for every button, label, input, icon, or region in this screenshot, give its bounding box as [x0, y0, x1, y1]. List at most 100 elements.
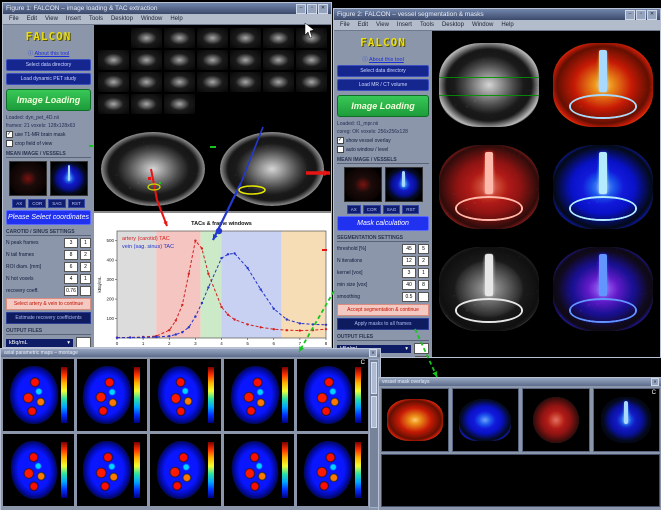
units-dropdown[interactable]: kBq/mL▾	[6, 339, 73, 347]
montage-slice[interactable]	[98, 28, 129, 48]
param-step-field[interactable]: 5	[418, 244, 429, 254]
menu-item[interactable]: Desktop	[111, 16, 133, 22]
load-study-button[interactable]: Load MR / CT volume	[337, 79, 429, 91]
mask-panel[interactable]	[438, 39, 540, 131]
vessel-image-thumb[interactable]	[50, 161, 88, 196]
param-step-field[interactable]: 1	[80, 238, 91, 248]
close-icon[interactable]: ✕	[647, 10, 657, 20]
view-button[interactable]: RST	[402, 205, 419, 214]
close-icon[interactable]: ✕	[318, 4, 328, 14]
menu-item[interactable]: Edit	[27, 16, 37, 22]
units-spinner[interactable]	[76, 337, 91, 347]
montage-slice[interactable]	[131, 72, 162, 92]
about-link[interactable]: ⓘ About this tool	[337, 55, 429, 63]
titlebar[interactable]: axial parametric maps – montage ✕	[1, 349, 380, 357]
map-cell[interactable]	[297, 434, 368, 506]
montage-slice[interactable]	[263, 94, 294, 114]
menu-item[interactable]: Window	[141, 16, 162, 22]
view-button[interactable]: COR	[28, 199, 46, 208]
mask-panel[interactable]	[438, 243, 540, 335]
montage-slice[interactable]	[98, 72, 129, 92]
view-button[interactable]: AX	[12, 199, 26, 208]
image-loading-button[interactable]: Image Loading	[337, 95, 429, 117]
scrollbar-thumb[interactable]	[371, 396, 377, 428]
param-value-field[interactable]: 3	[402, 268, 416, 278]
minimize-icon[interactable]: –	[296, 4, 306, 14]
select-directory-button[interactable]: Select data directory	[337, 65, 429, 77]
maximize-icon[interactable]: ▫	[307, 4, 317, 14]
montage-slice[interactable]	[98, 50, 129, 70]
view-button[interactable]: AX	[347, 205, 361, 214]
titlebar[interactable]: Figure 2: FALCON – vessel segmentation &…	[334, 9, 660, 20]
close-icon[interactable]: ✕	[369, 349, 377, 357]
menu-item[interactable]: Help	[170, 16, 182, 22]
about-link[interactable]: ⓘ About this tool	[6, 49, 91, 57]
continue-button[interactable]: Accept segmentation & continue	[337, 304, 429, 316]
menu-item[interactable]: Insert	[66, 16, 81, 22]
montage-slice[interactable]	[263, 50, 294, 70]
param-step-field[interactable]: 1	[418, 268, 429, 278]
param-step-field[interactable]: 1	[80, 274, 91, 284]
vessel-image-thumb[interactable]	[385, 167, 423, 202]
load-study-button[interactable]: Load dynamic PET study	[6, 73, 91, 85]
montage-slice[interactable]	[296, 94, 327, 114]
montage-slice[interactable]	[98, 94, 129, 114]
primary-action-button[interactable]: Please Select coordinates	[6, 210, 91, 225]
menu-item[interactable]: File	[9, 16, 19, 22]
overlay-panel[interactable]	[452, 388, 520, 452]
param-step-field[interactable]: 8	[418, 280, 429, 290]
checkbox[interactable]	[6, 140, 13, 147]
compute-button[interactable]: Apply masks to all frames	[337, 318, 429, 330]
continue-button[interactable]: Select artery & vein to continue	[6, 298, 91, 310]
mask-panel[interactable]	[438, 141, 540, 233]
montage-slice[interactable]	[131, 94, 162, 114]
menu-item[interactable]: View	[45, 16, 58, 22]
overlay-panel[interactable]	[381, 388, 449, 452]
param-value-field[interactable]: 8	[64, 250, 78, 260]
map-cell[interactable]: C	[297, 359, 368, 431]
param-value-field[interactable]: 45	[402, 244, 416, 254]
param-value-field[interactable]: 3	[64, 238, 78, 248]
checkbox[interactable]: ✓	[6, 131, 13, 138]
montage-slice[interactable]	[230, 50, 261, 70]
menu-item[interactable]: View	[376, 22, 389, 28]
view-button[interactable]: SAG	[48, 199, 66, 208]
montage-slice[interactable]	[296, 50, 327, 70]
checkbox[interactable]: ✓	[337, 137, 344, 144]
menu-item[interactable]: Tools	[420, 22, 434, 28]
corner-tool-icon[interactable]: C	[652, 390, 656, 396]
menu-item[interactable]: File	[340, 22, 350, 28]
montage-slice[interactable]	[230, 28, 261, 48]
montage-slice[interactable]	[197, 72, 228, 92]
corner-tool-icon[interactable]: C	[361, 360, 365, 366]
montage-slice[interactable]	[296, 72, 327, 92]
param-step-field[interactable]: 2	[80, 250, 91, 260]
overlay-panel[interactable]	[522, 388, 590, 452]
maximize-icon[interactable]: ▫	[636, 10, 646, 20]
param-value-field[interactable]: 0.76	[64, 286, 78, 296]
tac-plot[interactable]: 012345678100200300400500TACs & frame win…	[94, 211, 331, 347]
param-step-field[interactable]: 2	[80, 262, 91, 272]
menu-item[interactable]: Help	[501, 22, 513, 28]
scrollbar-thumb[interactable]	[371, 362, 377, 394]
montage-slice[interactable]	[296, 28, 327, 48]
map-cell[interactable]	[224, 359, 295, 431]
param-step-field[interactable]	[80, 286, 91, 296]
montage-slice[interactable]	[164, 50, 195, 70]
montage-slice[interactable]	[164, 28, 195, 48]
map-cell[interactable]	[150, 434, 221, 506]
coronal-slice-artery[interactable]	[101, 132, 205, 206]
menu-item[interactable]: Insert	[397, 22, 412, 28]
titlebar[interactable]: Figure 1: FALCON – image loading & TAC e…	[3, 3, 331, 14]
primary-action-button[interactable]: Mask calculation	[337, 216, 429, 231]
checkbox[interactable]	[337, 146, 344, 153]
menu-item[interactable]: Window	[472, 22, 493, 28]
select-directory-button[interactable]: Select data directory	[6, 59, 91, 71]
compute-button[interactable]: Estimate recovery coefficients	[6, 312, 91, 324]
overlay-panel[interactable]: C	[593, 388, 661, 452]
menu-item[interactable]: Desktop	[442, 22, 464, 28]
mask-panel[interactable]	[552, 141, 654, 233]
mean-image-thumb[interactable]	[9, 161, 47, 196]
menu-item[interactable]: Tools	[89, 16, 103, 22]
minimize-icon[interactable]: –	[625, 10, 635, 20]
